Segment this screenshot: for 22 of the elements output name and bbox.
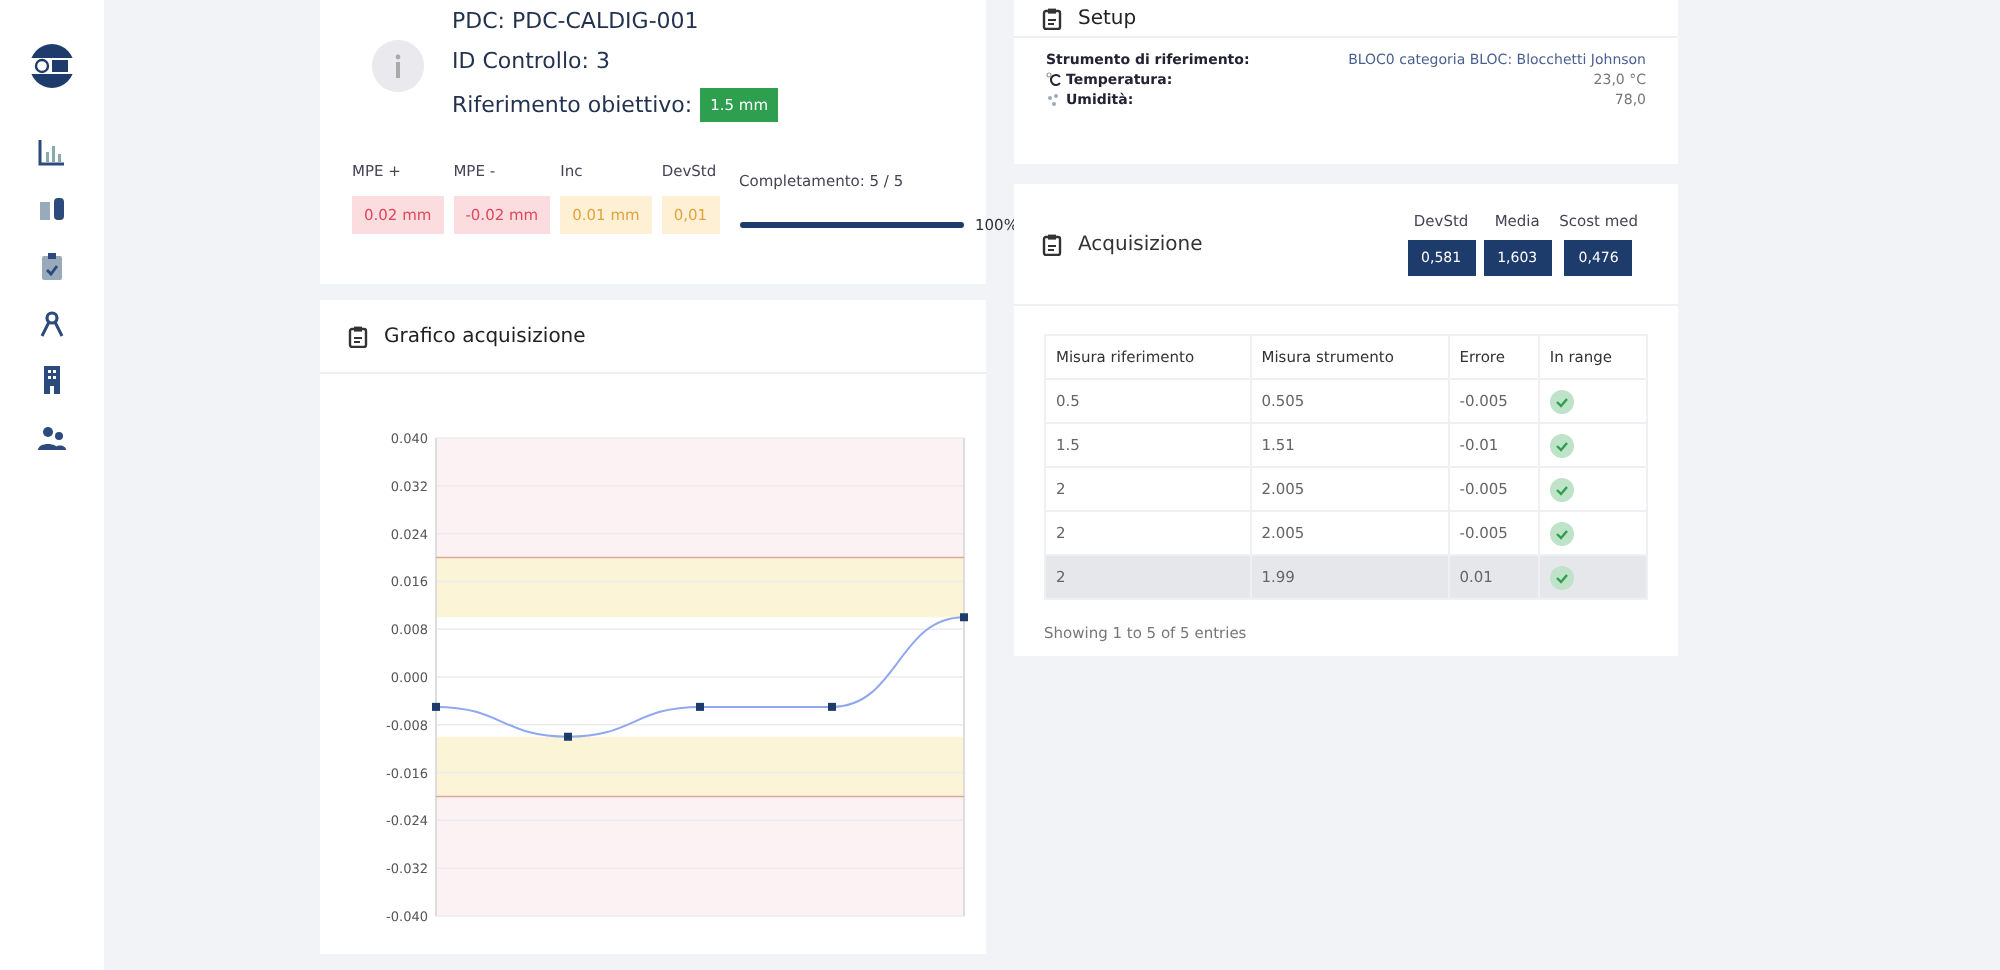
thermometer-icon [1046,72,1062,88]
clipboard-icon [348,325,368,347]
card-title: Setup [1078,7,1137,29]
data-point [960,613,968,622]
ruler-icon [36,193,68,225]
control-id: ID Controllo: 3 [452,48,612,74]
data-point [564,732,572,741]
bar-chart-icon [36,136,68,168]
data-point [696,702,704,711]
clipboard-icon [36,250,68,282]
droplets-icon [1046,92,1062,108]
pdc-title: PDC: PDC-CALDIG-001 [452,8,701,34]
clipboard-icon [1042,7,1062,29]
data-point [828,702,836,711]
card-title: Grafico acquisizione [384,325,586,347]
clipboard-icon [1042,233,1062,255]
card-title: Acquisizione [1078,233,1203,255]
target-label: Riferimento obiettivo: [452,92,693,118]
data-point [432,702,440,711]
logo-icon [30,44,74,88]
users-icon [36,421,68,453]
compass-icon [36,307,68,339]
